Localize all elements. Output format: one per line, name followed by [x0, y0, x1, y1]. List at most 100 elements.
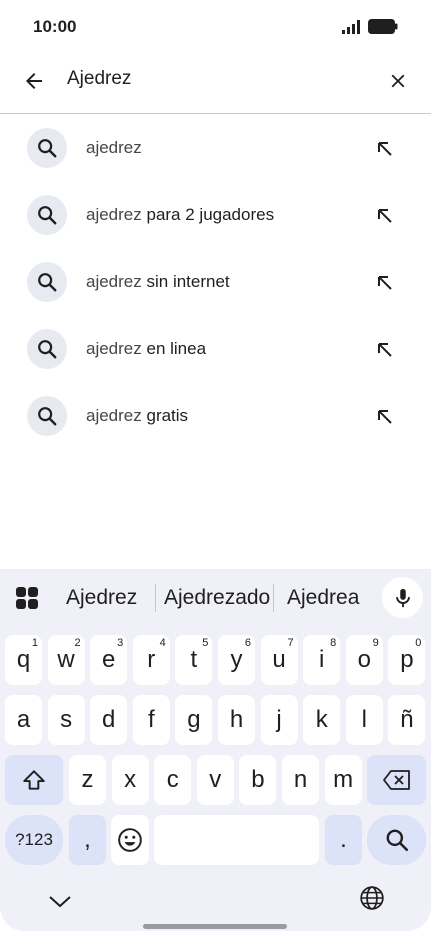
key-label: z	[81, 766, 94, 793]
hide-keyboard-button[interactable]	[46, 887, 74, 915]
search-icon	[386, 829, 408, 852]
suggestion-item[interactable]: ajedrez en linea	[0, 315, 431, 382]
key-label: r	[147, 646, 156, 673]
symbols-key[interactable]: ?123	[5, 815, 63, 865]
letter-key[interactable]: k	[303, 695, 341, 745]
suggestion-item[interactable]: ajedrez sin internet	[0, 248, 431, 315]
emoji-key[interactable]	[111, 815, 149, 865]
period-key[interactable]: .	[325, 815, 362, 865]
suggestion-item[interactable]: ajedrez	[0, 114, 431, 181]
key-number-hint: 8	[330, 637, 337, 649]
keyboard: Ajedrez Ajedrezado Ajedrea q1w2e3r4t5y6u…	[0, 569, 431, 931]
key-label: g	[187, 706, 201, 733]
divider	[273, 584, 274, 612]
key-label: q	[16, 646, 31, 673]
letter-key[interactable]: g	[175, 695, 213, 745]
letter-key[interactable]: e3	[90, 635, 128, 685]
apps-grid-icon[interactable]	[14, 586, 40, 610]
letter-key[interactable]: m	[324, 755, 362, 805]
key-label: k	[315, 706, 328, 733]
home-indicator[interactable]	[143, 924, 287, 929]
letter-key[interactable]: h	[218, 695, 255, 745]
key-number-hint: 7	[287, 637, 294, 649]
suggestion-prefix: ajedrez	[86, 138, 142, 157]
fill-query-button[interactable]	[370, 134, 400, 164]
suggestion-suffix: sin internet	[141, 272, 230, 291]
key-label: f	[147, 706, 155, 733]
letter-key[interactable]: w2	[47, 635, 85, 685]
divider	[155, 584, 156, 612]
letter-key[interactable]: p0	[388, 635, 426, 685]
search-input[interactable]: Ajedrez	[67, 68, 131, 90]
suggestion-suffix: en linea	[141, 339, 207, 358]
word-suggestion[interactable]: Ajedrezado	[164, 586, 270, 610]
fill-query-button[interactable]	[370, 201, 400, 231]
key-label: n	[293, 766, 308, 793]
suggestion-item[interactable]: ajedrez para 2 jugadores	[0, 181, 431, 248]
comma-key[interactable]: ,	[69, 815, 106, 865]
search-icon	[38, 273, 57, 292]
back-button[interactable]	[18, 65, 50, 97]
microphone-icon	[395, 588, 410, 607]
letter-key[interactable]: ñ	[388, 695, 426, 745]
suggestion-label: ajedrez en linea	[86, 339, 206, 359]
search-key[interactable]	[367, 815, 426, 865]
search-icon-badge	[27, 128, 67, 168]
letter-key[interactable]: f	[132, 695, 170, 745]
fill-query-button[interactable]	[370, 402, 400, 432]
language-button[interactable]	[358, 884, 386, 912]
search-icon-badge	[27, 195, 67, 235]
fill-query-button[interactable]	[370, 335, 400, 365]
letter-key[interactable]: x	[111, 755, 149, 805]
key-label: a	[16, 706, 31, 733]
key-number-hint: 3	[117, 637, 124, 649]
letter-key[interactable]: a	[5, 695, 42, 745]
letter-key[interactable]: t5	[175, 635, 213, 685]
key-number-hint: 2	[74, 637, 81, 649]
clear-search-button[interactable]	[382, 65, 414, 97]
key-number-hint: 0	[415, 637, 422, 649]
letter-key[interactable]: z	[69, 755, 106, 805]
letter-key[interactable]: j	[260, 695, 298, 745]
suggestion-prefix: ajedrez	[86, 406, 142, 425]
letter-key[interactable]: u7	[260, 635, 298, 685]
key-label: c	[166, 766, 179, 793]
suggestion-label: ajedrez	[86, 138, 142, 158]
backspace-key[interactable]	[367, 755, 426, 805]
key-label: u	[272, 646, 286, 673]
letter-key[interactable]: i8	[303, 635, 341, 685]
key-label: h	[229, 706, 244, 733]
arrow-up-left-icon	[378, 276, 392, 290]
suggestion-item[interactable]: ajedrez gratis	[0, 382, 431, 449]
key-number-hint: 5	[202, 637, 209, 649]
space-key[interactable]	[154, 815, 319, 865]
fill-query-button[interactable]	[370, 268, 400, 298]
letter-key[interactable]: s	[47, 695, 85, 745]
suggestion-label: ajedrez para 2 jugadores	[86, 205, 274, 225]
letter-key[interactable]: o9	[345, 635, 383, 685]
globe-icon	[360, 886, 384, 910]
key-number-hint: 1	[31, 637, 38, 649]
word-suggestion[interactable]: Ajedrez	[66, 586, 137, 610]
arrow-up-left-icon	[378, 142, 392, 156]
status-bar: 10:00	[0, 0, 431, 52]
letter-key[interactable]: y6	[218, 635, 255, 685]
letter-key[interactable]: q1	[5, 635, 42, 685]
signal-icon	[342, 20, 360, 34]
suggestion-prefix: ajedrez	[86, 272, 142, 291]
shift-key[interactable]	[5, 755, 63, 805]
letter-key[interactable]: l	[345, 695, 383, 745]
suggestion-suffix: para 2 jugadores	[141, 205, 275, 224]
letter-key[interactable]: d	[90, 695, 128, 745]
voice-input-button[interactable]	[382, 577, 423, 618]
word-suggestion[interactable]: Ajedrea	[287, 586, 359, 610]
letter-key[interactable]: r4	[132, 635, 170, 685]
key-label: d	[102, 706, 116, 733]
suggestion-list: ajedrez ajedrez para 2 jugadores ajedrez s…	[0, 114, 431, 449]
letter-key[interactable]: b	[239, 755, 277, 805]
letter-key[interactable]: c	[154, 755, 192, 805]
letter-key[interactable]: n	[282, 755, 319, 805]
letter-key[interactable]: v	[196, 755, 234, 805]
key-label: o	[357, 646, 371, 673]
shift-icon	[23, 770, 45, 790]
